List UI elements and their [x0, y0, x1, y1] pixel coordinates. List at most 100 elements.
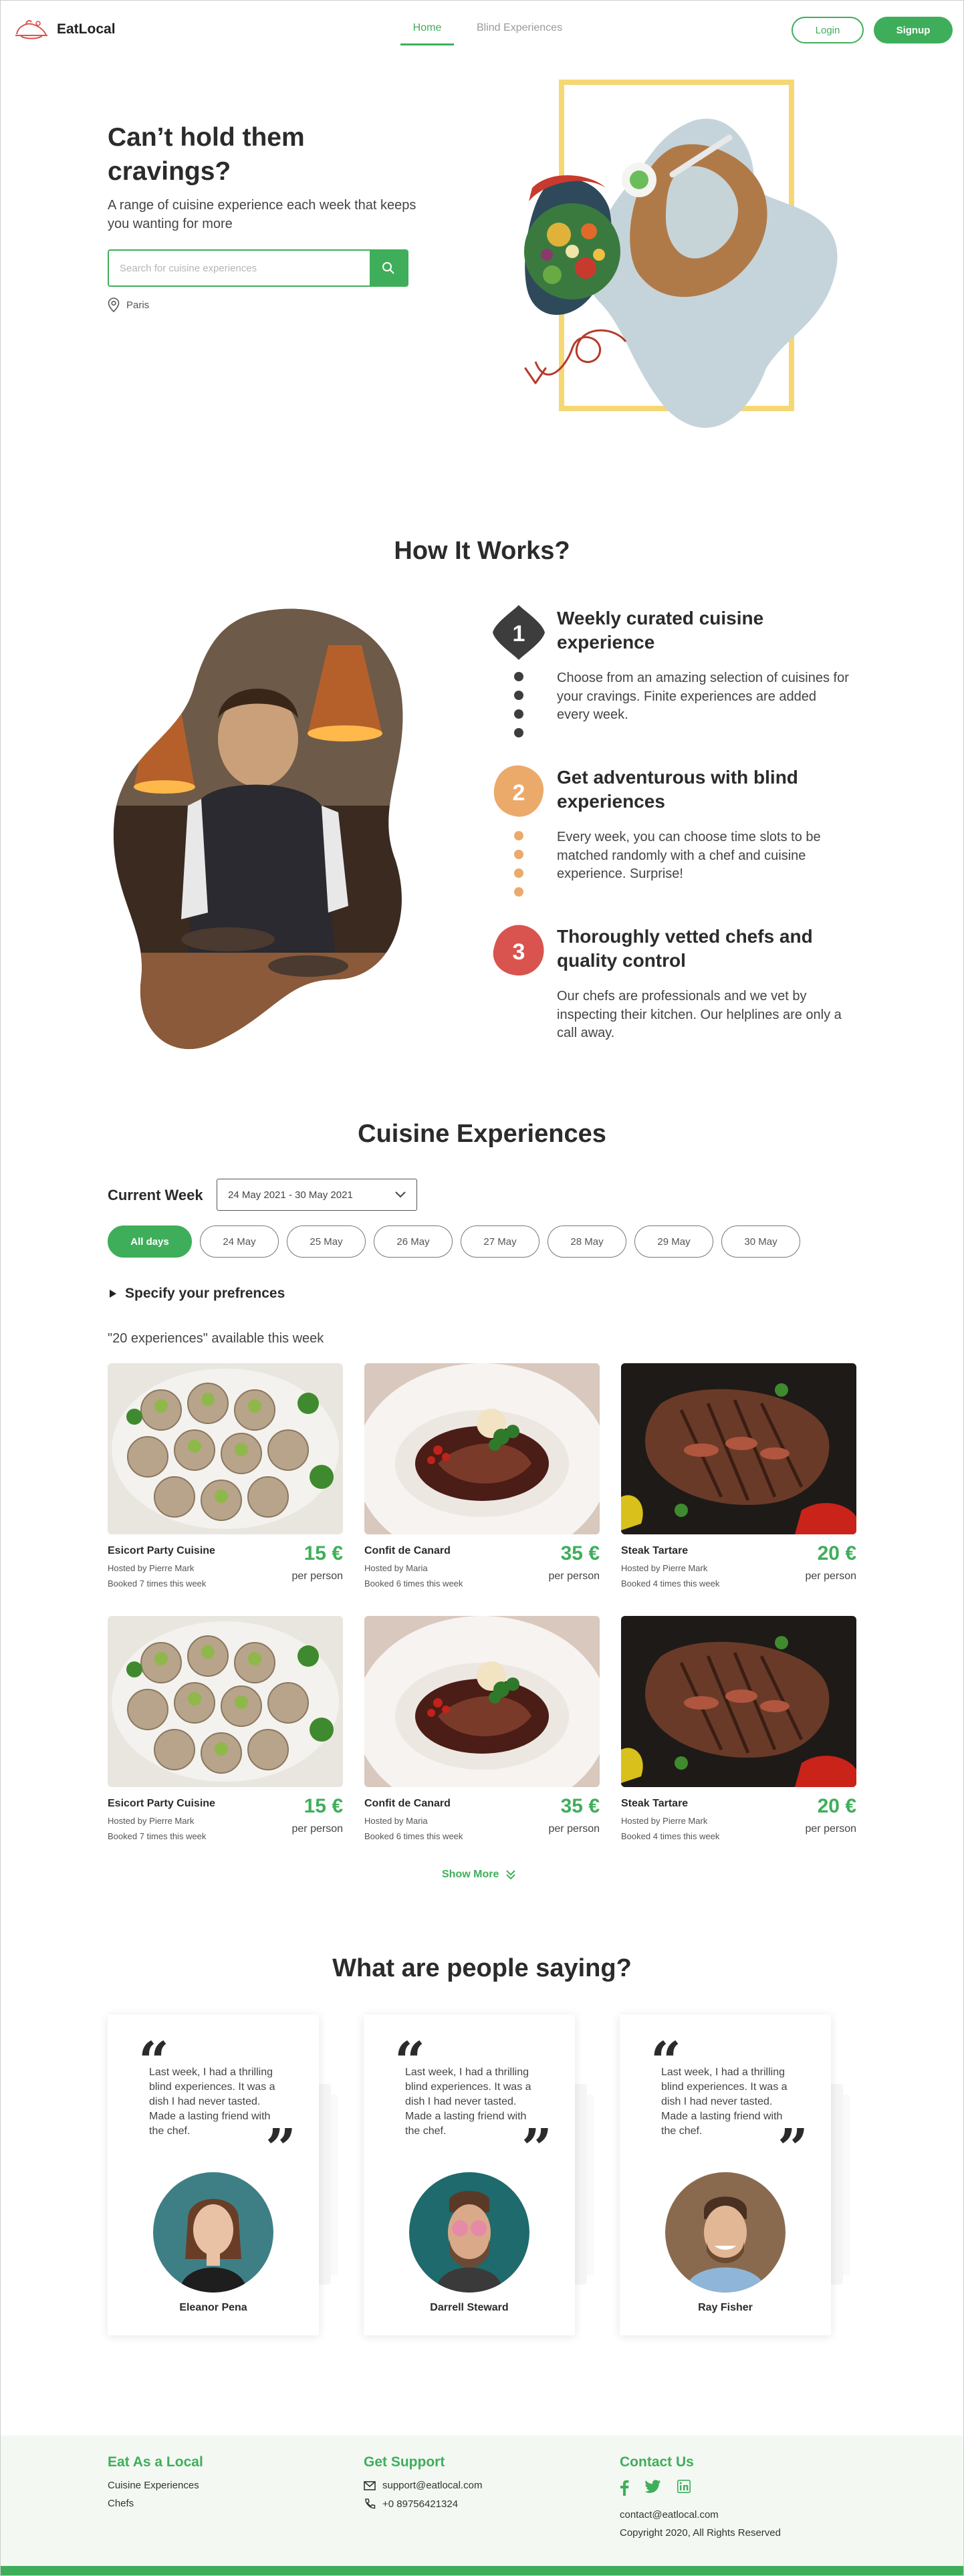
avatar	[153, 2172, 273, 2293]
step-3-title: Thoroughly vetted chefs and quality cont…	[557, 926, 813, 971]
contact-email[interactable]: contact@eatlocal.com	[620, 2509, 781, 2521]
footer-link-cuisine-experiences[interactable]: Cuisine Experiences	[108, 2480, 203, 2491]
testimonial-card: “ Last week, I had a thrilling blind exp…	[620, 2014, 850, 2335]
social-links	[620, 2480, 781, 2496]
experience-card[interactable]: Confit de Canard Hosted by Maria Booked …	[364, 1363, 600, 1596]
card-title: Confit de Canard	[364, 1798, 451, 1809]
card-per-person: per person	[548, 1570, 600, 1582]
logo-icon	[15, 19, 47, 39]
quote-close-icon: ”	[521, 2117, 553, 2180]
card-title: Esicort Party Cuisine	[108, 1798, 215, 1809]
card-title: Steak Tartare	[621, 1545, 689, 1556]
show-more-label: Show More	[442, 1869, 499, 1880]
location-label: Paris	[126, 299, 150, 311]
experience-card[interactable]: Steak Tartare Hosted by Pierre Mark Book…	[621, 1616, 856, 1849]
copyright: Copyright 2020, All Rights Reserved	[620, 2527, 781, 2539]
main-nav: Home Blind Experiences	[400, 18, 585, 45]
page: EatLocal Home Blind Experiences Login Si…	[0, 0, 964, 2576]
header: EatLocal Home Blind Experiences Login Si…	[1, 1, 963, 58]
experience-card[interactable]: Esicort Party Cuisine Hosted by Pierre M…	[108, 1363, 343, 1596]
quote-close-icon: ”	[265, 2117, 297, 2180]
day-chip[interactable]: 28 May	[548, 1225, 626, 1258]
current-week-label: Current Week	[108, 1187, 203, 1203]
card-booked: Booked 6 times this week	[364, 1831, 463, 1841]
card-per-person: per person	[805, 1823, 857, 1835]
footer-col-support: Get Support support@eatlocal.com +0 8975…	[364, 2454, 482, 2516]
footer-col-eat-as-local: Eat As a Local Cuisine Experiences Chefs	[108, 2454, 203, 2516]
card-per-person: per person	[805, 1570, 857, 1582]
step-2-badge-icon: 2	[493, 765, 544, 817]
avatar	[409, 2172, 529, 2293]
brand-name: EatLocal	[57, 21, 116, 37]
location[interactable]: Paris	[108, 298, 149, 312]
step-3-badge-icon: 3	[493, 925, 544, 976]
how-it-works-title: How It Works?	[394, 537, 570, 565]
day-chip[interactable]: 29 May	[634, 1225, 713, 1258]
footer-support-phone[interactable]: +0 89756421324	[364, 2498, 482, 2510]
experience-card[interactable]: Confit de Canard Hosted by Maria Booked …	[364, 1616, 600, 1849]
nav-home[interactable]: Home	[400, 18, 454, 45]
day-chip[interactable]: 27 May	[461, 1225, 539, 1258]
preferences-toggle[interactable]: Specify your prefrences	[109, 1286, 285, 1302]
show-more-button[interactable]: Show More	[442, 1869, 516, 1881]
duck-confit-image	[364, 1616, 600, 1787]
chef-photo	[113, 608, 403, 1050]
card-price: 15 €	[304, 1542, 343, 1564]
card-title: Steak Tartare	[621, 1798, 689, 1809]
footer-support-email[interactable]: support@eatlocal.com	[364, 2480, 482, 2491]
day-chip-all[interactable]: All days	[108, 1225, 192, 1258]
twitter-icon[interactable]	[645, 2480, 661, 2493]
day-chip[interactable]: 26 May	[374, 1225, 453, 1258]
card-booked: Booked 7 times this week	[108, 1578, 207, 1589]
login-button[interactable]: Login	[792, 17, 864, 43]
quote-close-icon: ”	[777, 2117, 809, 2180]
caret-right-icon	[110, 1290, 116, 1298]
card-price: 20 €	[817, 1542, 856, 1564]
day-chip[interactable]: 25 May	[287, 1225, 366, 1258]
testimonial-text: Last week, I had a thrilling blind exper…	[405, 2067, 531, 2137]
step-1-dots	[514, 672, 523, 747]
escargot-image	[108, 1616, 343, 1787]
card-price: 20 €	[817, 1795, 856, 1817]
experience-card[interactable]: Steak Tartare Hosted by Pierre Mark Book…	[621, 1363, 856, 1596]
linkedin-icon[interactable]	[677, 2480, 691, 2493]
card-title: Esicort Party Cuisine	[108, 1545, 215, 1556]
step-3-number: 3	[513, 939, 525, 965]
card-booked: Booked 7 times this week	[108, 1831, 207, 1841]
footer-bottom-bar	[1, 2566, 963, 2575]
card-booked: Booked 6 times this week	[364, 1578, 463, 1589]
facebook-icon[interactable]	[620, 2480, 629, 2496]
card-per-person: per person	[291, 1823, 344, 1835]
card-price: 35 €	[560, 1795, 600, 1817]
week-select[interactable]: 24 May 2021 - 30 May 2021	[217, 1179, 417, 1211]
avatar	[665, 2172, 786, 2293]
phone-icon	[365, 2498, 376, 2509]
support-email: support@eatlocal.com	[382, 2480, 483, 2491]
hero-title: Can’t hold them cravings?	[108, 123, 305, 186]
testimonial-card: “ Last week, I had a thrilling blind exp…	[108, 2014, 338, 2335]
search-input[interactable]	[109, 251, 370, 285]
nav-blind-experiences[interactable]: Blind Experiences	[477, 18, 562, 45]
search-icon	[382, 262, 394, 274]
card-host: Hosted by Pierre Mark	[108, 1563, 195, 1573]
double-chevron-down-icon	[506, 1870, 516, 1880]
testimonial-text: Last week, I had a thrilling blind exper…	[149, 2067, 275, 2137]
day-chip[interactable]: 30 May	[721, 1225, 800, 1258]
day-chip[interactable]: 24 May	[200, 1225, 279, 1258]
location-pin-icon	[108, 298, 120, 312]
chevron-down-icon	[395, 1191, 406, 1198]
experience-card[interactable]: Esicort Party Cuisine Hosted by Pierre M…	[108, 1616, 343, 1849]
steak-image	[621, 1616, 856, 1787]
footer-link-chefs[interactable]: Chefs	[108, 2498, 203, 2509]
week-select-value: 24 May 2021 - 30 May 2021	[228, 1189, 353, 1201]
step-1-title: Weekly curated cuisine experience	[557, 608, 764, 653]
card-host: Hosted by Pierre Mark	[621, 1816, 708, 1826]
step-2-dots	[514, 831, 523, 906]
logo[interactable]: EatLocal	[11, 15, 116, 43]
search-button[interactable]	[370, 251, 407, 285]
footer-col-title: Eat As a Local	[108, 2454, 203, 2470]
testimonial-card: “ Last week, I had a thrilling blind exp…	[364, 2014, 594, 2335]
card-booked: Booked 4 times this week	[621, 1578, 720, 1589]
signup-button[interactable]: Signup	[874, 17, 953, 43]
footer-col-title: Get Support	[364, 2454, 445, 2470]
